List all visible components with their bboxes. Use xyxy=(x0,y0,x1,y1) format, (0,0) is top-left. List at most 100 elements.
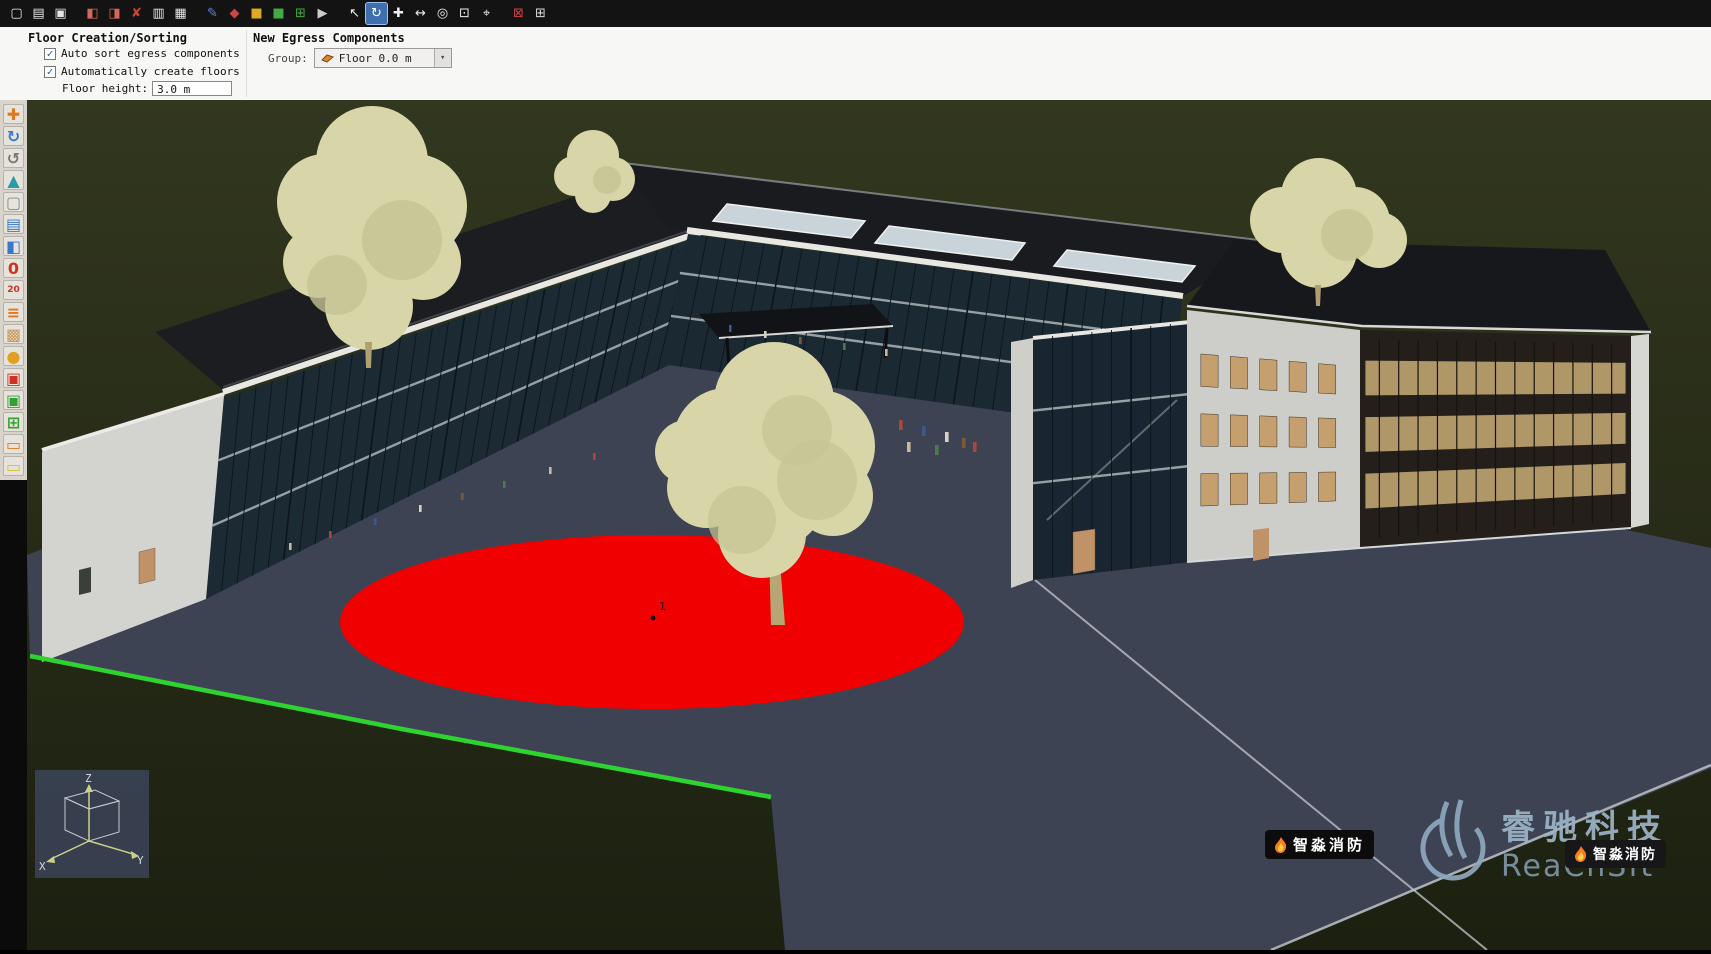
copy-icon[interactable]: ▥ xyxy=(148,3,169,24)
group-dropdown[interactable]: Floor 0.0 m ▾ xyxy=(314,48,452,68)
select-icon[interactable]: ↖ xyxy=(344,3,365,24)
person-figure[interactable] xyxy=(593,453,596,460)
options-bar: Floor Creation/Sorting ✓ Auto sort egres… xyxy=(0,27,1711,100)
toolbar-separator xyxy=(498,3,507,24)
results-table-tool-icon[interactable]: ⊞ xyxy=(3,412,24,432)
person-figure[interactable] xyxy=(419,505,422,512)
open-file-icon[interactable]: ▤ xyxy=(28,3,49,24)
window xyxy=(1230,415,1247,447)
stairs-tool-icon[interactable]: ≡ xyxy=(3,302,24,322)
marker-label: 1 xyxy=(659,600,666,613)
tool-sidebar: ✚↻↺▲▢▤◧020≡▩●▣▣⊞▭▭ xyxy=(0,100,27,950)
zoom-window-icon[interactable]: ⊡ xyxy=(454,3,475,24)
table-view-icon[interactable]: ⊞ xyxy=(290,3,311,24)
exit-tool-icon[interactable]: ▭ xyxy=(3,434,24,454)
reset-view-icon[interactable]: ⌖ xyxy=(476,3,497,24)
person-figure[interactable] xyxy=(549,467,552,474)
orbit-tool-icon[interactable]: ↻ xyxy=(3,126,24,146)
y-axis-label: Y xyxy=(137,854,144,867)
floor-height-label: Floor height: xyxy=(62,82,148,95)
person-figure[interactable] xyxy=(973,442,977,452)
toolbar-separator xyxy=(72,3,81,24)
person-figure[interactable] xyxy=(843,343,846,350)
view-axes-gizmo[interactable]: Z X Y xyxy=(35,770,149,878)
door-tool-icon[interactable]: ◧ xyxy=(3,236,24,256)
pan-icon[interactable]: ✚ xyxy=(388,3,409,24)
window xyxy=(1318,418,1335,448)
floor-icon xyxy=(319,52,335,64)
door xyxy=(1253,528,1269,561)
auto-create-checkbox[interactable]: ✓ Automatically create floors xyxy=(44,65,240,78)
snap-grid-icon[interactable]: ⊠ xyxy=(508,3,529,24)
person-figure[interactable] xyxy=(922,426,926,436)
main-toolbar: ▢▤▣◧◨✘▥▦✎◆■■⊞▶↖↻✚↔◎⊡⌖⊠⊞ xyxy=(0,0,1711,27)
scenario-icon[interactable]: ■ xyxy=(246,3,267,24)
results-icon[interactable]: ■ xyxy=(268,3,289,24)
person-figure[interactable] xyxy=(799,337,802,344)
auto-sort-label: Auto sort egress components xyxy=(61,47,240,60)
window xyxy=(1289,417,1306,447)
display-tool-icon[interactable]: ▣ xyxy=(3,390,24,410)
right-building[interactable] xyxy=(1187,240,1651,562)
measure-tool-icon[interactable]: ▭ xyxy=(3,456,24,476)
zoom-icon[interactable]: ◎ xyxy=(432,3,453,24)
floor-tool-icon[interactable]: ▢ xyxy=(3,192,24,212)
import-model-icon[interactable]: ◧ xyxy=(82,3,103,24)
delete-icon[interactable]: ✘ xyxy=(126,3,147,24)
window xyxy=(1260,416,1277,447)
paste-icon[interactable]: ▦ xyxy=(170,3,191,24)
auto-create-label: Automatically create floors xyxy=(61,65,240,78)
person-figure[interactable] xyxy=(935,445,939,455)
door-elev-0-icon[interactable]: 0 xyxy=(3,258,24,278)
door xyxy=(1073,529,1095,574)
toolbar-separator xyxy=(192,3,201,24)
person-figure[interactable] xyxy=(461,493,464,500)
obstruction-tool-icon[interactable]: ▩ xyxy=(3,324,24,344)
window xyxy=(1260,359,1277,391)
rotate-tool-icon[interactable]: ↺ xyxy=(3,148,24,168)
occupant-tool-icon[interactable]: ● xyxy=(3,346,24,366)
corner-trim xyxy=(1631,334,1649,528)
video-icon[interactable]: ▶ xyxy=(312,3,333,24)
move-view-icon[interactable]: ↔ xyxy=(410,3,431,24)
person-figure[interactable] xyxy=(329,531,332,538)
move-tool-icon[interactable]: ✚ xyxy=(3,104,24,124)
red-circle-region[interactable] xyxy=(340,535,964,709)
export-model-icon[interactable]: ◨ xyxy=(104,3,125,24)
grid-icon[interactable]: ⊞ xyxy=(530,3,551,24)
model-view-icon[interactable]: ◆ xyxy=(224,3,245,24)
checkbox-icon[interactable]: ✓ xyxy=(44,66,56,78)
badge-text: 智淼消防 xyxy=(1293,834,1365,855)
person-figure[interactable] xyxy=(885,349,888,356)
room-tool-icon[interactable]: ▤ xyxy=(3,214,24,234)
person-figure[interactable] xyxy=(907,442,911,452)
save-file-icon[interactable]: ▣ xyxy=(50,3,71,24)
chevron-down-icon[interactable]: ▾ xyxy=(434,49,451,67)
person-figure[interactable] xyxy=(764,331,767,338)
monitor-tool-icon[interactable]: ▣ xyxy=(3,368,24,388)
window xyxy=(1318,472,1335,502)
point-marker[interactable] xyxy=(651,616,656,621)
checkbox-icon[interactable]: ✓ xyxy=(44,48,56,60)
3d-viewport[interactable]: 1 Z X Y 睿驰科技 ReaChSft 智淼消防 xyxy=(27,100,1711,950)
camera-tool-icon[interactable]: ▲ xyxy=(3,170,24,190)
floor-height-input[interactable]: 3.0 m xyxy=(152,81,232,96)
z-axis-label: Z xyxy=(85,772,92,785)
person-figure[interactable] xyxy=(729,325,732,332)
tool-strip: ✚↻↺▲▢▤◧020≡▩●▣▣⊞▭▭ xyxy=(0,100,27,480)
atrium-glass-tower[interactable] xyxy=(1011,322,1190,588)
auto-sort-checkbox[interactable]: ✓ Auto sort egress components xyxy=(44,47,240,60)
person-figure[interactable] xyxy=(945,432,949,442)
person-figure[interactable] xyxy=(289,543,292,550)
group-label: Group: xyxy=(268,52,308,65)
person-figure[interactable] xyxy=(503,481,506,488)
person-figure[interactable] xyxy=(962,438,966,448)
person-figure[interactable] xyxy=(899,420,903,430)
person-figure[interactable] xyxy=(374,518,377,525)
orbit-icon[interactable]: ↻ xyxy=(366,3,387,24)
new-file-icon[interactable]: ▢ xyxy=(6,3,27,24)
edit-mode-icon[interactable]: ✎ xyxy=(202,3,223,24)
window xyxy=(1289,472,1306,502)
door-elev-20-icon[interactable]: 20 xyxy=(3,280,24,300)
door xyxy=(139,548,155,584)
